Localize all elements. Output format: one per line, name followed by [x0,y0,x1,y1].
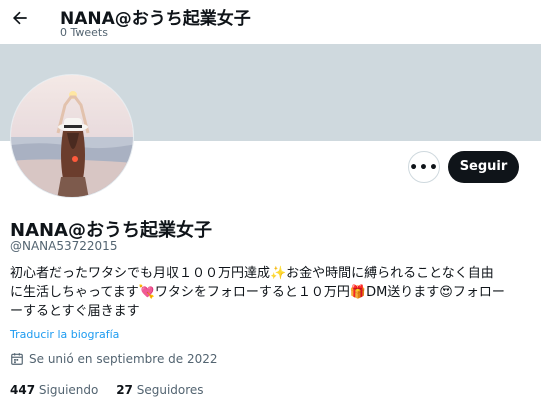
top-bar: NANA@おうち起業女子 0 Tweets [0,0,541,44]
follow-button[interactable]: Seguir [448,151,519,183]
following-link[interactable]: 447 Siguiendo [10,383,98,397]
followers-link[interactable]: 27 Seguidores [116,383,203,397]
following-count: 447 [10,383,36,397]
calendar-icon [11,353,23,365]
more-icon: ••• [409,160,439,176]
profile-stats: 447 Siguiendo 27 Seguidores [10,383,218,397]
profile-bio: 初心者だったワタシでも月収１００万円達成✨お金や時間に縛られることなく自由 に生… [10,266,505,319]
profile-handle: @NANA53722015 [10,239,118,253]
more-button[interactable]: ••• [408,151,440,183]
following-label: Siguiendo [38,383,99,397]
back-arrow-icon[interactable] [10,8,30,28]
translate-bio-link[interactable]: Traducir la biografía [10,328,119,341]
joined-text: Se unió en septiembre de 2022 [29,352,218,366]
followers-count: 27 [116,383,133,397]
avatar-image [11,75,133,197]
followers-label: Seguidores [136,383,204,397]
joined-date: Se unió en septiembre de 2022 [10,352,218,366]
avatar[interactable] [10,74,134,198]
header-tweet-count: 0 Tweets [60,26,108,39]
